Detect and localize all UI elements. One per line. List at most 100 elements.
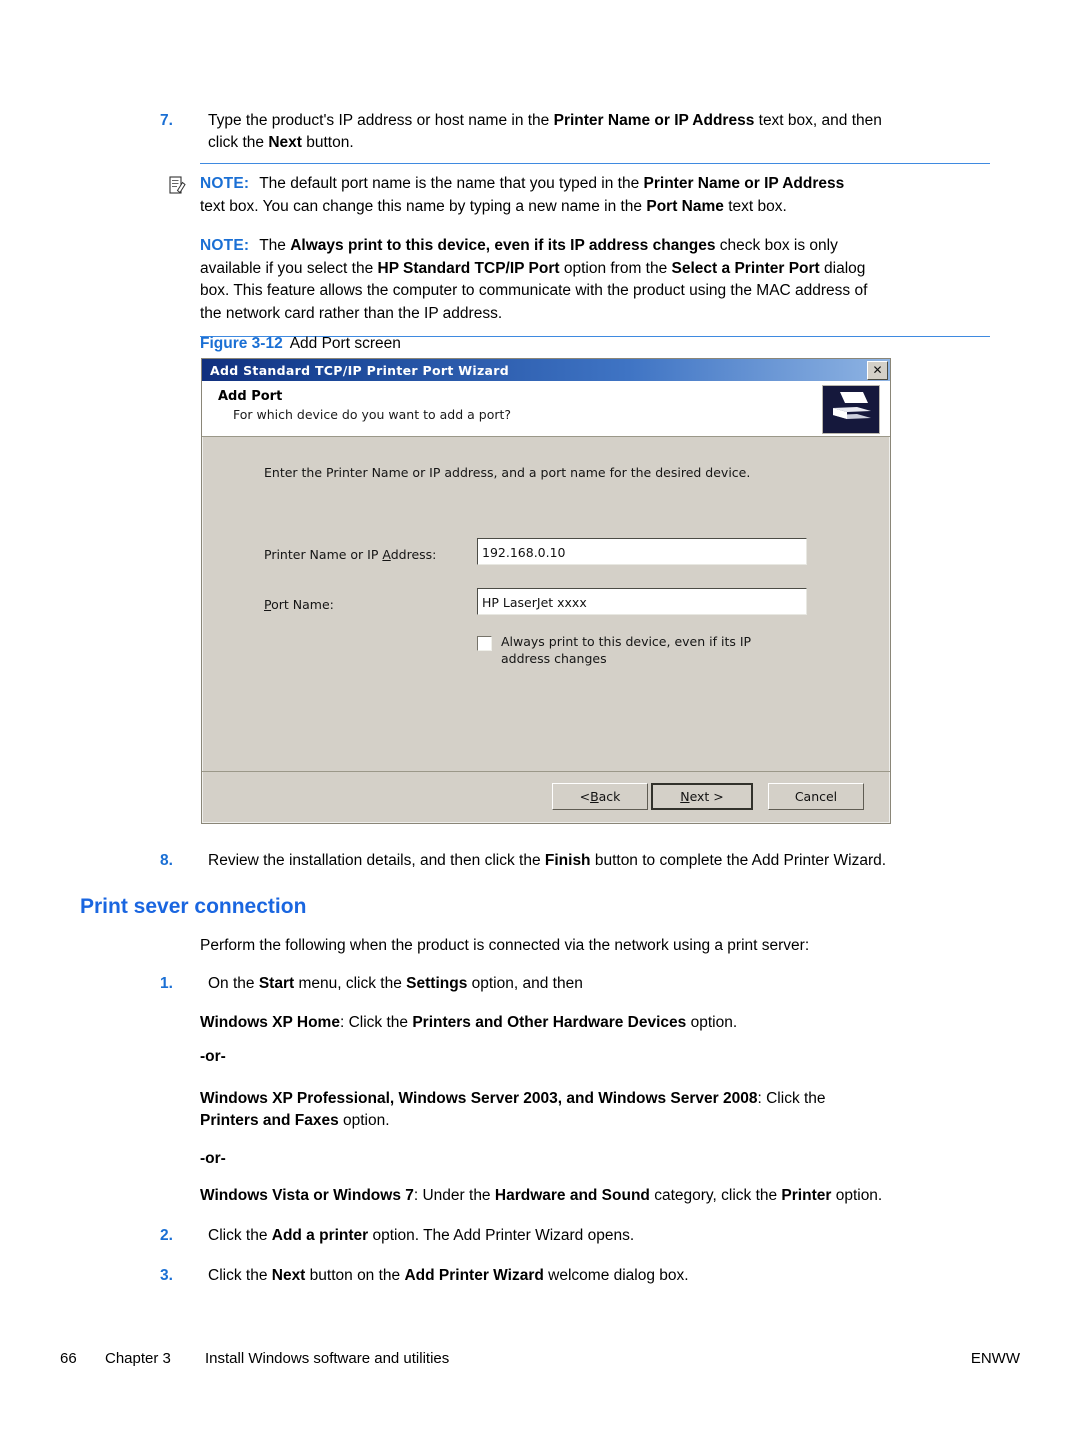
step-7-line2-a: click the — [208, 134, 269, 151]
note-2-p2-bold2: Select a Printer Port — [671, 259, 820, 277]
footer-page-number: 66 — [60, 1350, 77, 1367]
step-2-text-bold: Add a printer — [271, 1227, 369, 1244]
port-name-input[interactable]: HP LaserJet xxxx — [477, 588, 807, 615]
step-7-line2-c: button. — [301, 134, 354, 151]
step-3: 3. Click the Next button on the Add Prin… — [160, 1265, 1000, 1287]
variant-xp-home-name: Windows XP Home — [200, 1014, 340, 1031]
dialog-title: Add Standard TCP/IP Printer Port Wizard — [210, 362, 509, 378]
step-1-text-bold2: Settings — [406, 975, 468, 992]
variant-vista-d: category, click the — [649, 1187, 782, 1204]
next-button-accel: N — [680, 789, 690, 804]
step-1-number: 1. — [160, 975, 173, 992]
printer-name-label-post: ddress: — [390, 547, 437, 562]
dialog-footer: < Back Next > Cancel — [202, 771, 890, 823]
note-2-p1-bold: Always print to this device, even if its… — [290, 237, 716, 254]
note-2-p1-c: check box is only — [715, 237, 838, 254]
printer-name-label-accel: A — [382, 547, 391, 562]
page-title: Print sever connection — [80, 895, 307, 918]
printer-name-label-pre: Printer Name or IP — [264, 547, 383, 562]
note-1-line1-a: The default port name is the name that y… — [259, 175, 644, 192]
printer-name-input[interactable]: 192.168.0.10 — [477, 538, 807, 565]
note-1: NOTE: The default port name is the name t… — [200, 173, 990, 218]
footer-locale: ENWW — [970, 1350, 1020, 1367]
figure-number: Figure 3-12 — [200, 335, 283, 352]
port-name-label-post: ort Name: — [271, 597, 334, 612]
step-2-text: Click the Add a printer option. The Add … — [208, 1225, 1000, 1247]
printer-icon — [822, 385, 880, 434]
dialog-header: Add Port For which device do you want to… — [202, 381, 890, 437]
step-2-text-a: Click the — [208, 1227, 272, 1244]
or-separator-2: -or- — [200, 1148, 226, 1170]
step-7-number: 7. — [160, 112, 173, 129]
step-3-text: Click the Next button on the Add Printer… — [208, 1265, 1000, 1287]
note-block: NOTE: The default port name is the name t… — [169, 163, 990, 337]
document-page: 7. Type the product's IP address or host… — [0, 0, 1080, 1437]
dialog-intro-text: Enter the Printer Name or IP address, an… — [264, 465, 751, 480]
close-icon[interactable]: ✕ — [867, 360, 888, 380]
note-1-line1-bold: Printer Name or IP Address — [643, 175, 845, 192]
always-print-checkbox-label: Always print to this device, even if its… — [501, 634, 752, 666]
variant-vista-b: : Under the — [413, 1187, 495, 1204]
variant-xp-home: Windows XP Home: Click the Printers and … — [200, 1012, 1020, 1034]
step-8-number: 8. — [160, 852, 173, 869]
back-button-post: ack — [598, 789, 621, 804]
step-7-line1-c: text box, and then — [754, 112, 882, 129]
or-separator-2-text: -or- — [200, 1150, 226, 1167]
variant-xp-home-d: option. — [686, 1014, 738, 1031]
step-3-number: 3. — [160, 1267, 173, 1284]
note-2-p1-a: The — [259, 237, 291, 254]
always-print-checkbox-row[interactable]: Always print to this device, even if its… — [477, 633, 797, 667]
step-3-text-a: Click the — [208, 1267, 272, 1284]
step-2-text-c: option. The Add Printer Wizard opens. — [368, 1227, 635, 1244]
next-button[interactable]: Next > — [651, 783, 753, 810]
printer-name-label: Printer Name or IP Address: — [264, 547, 436, 562]
note-1-line2-a: text box. You can change this name by ty… — [200, 197, 647, 215]
figure-title: Add Port screen — [289, 335, 401, 352]
step-2: 2. Click the Add a printer option. The A… — [160, 1225, 1000, 1247]
note-2-p2-bold1: HP Standard TCP/IP Port — [377, 259, 560, 277]
back-button[interactable]: < Back — [552, 783, 648, 810]
note-1-line2-c: text box. — [723, 197, 787, 215]
step-8-text-a: Review the installation details, and the… — [208, 852, 545, 869]
variant-xp-home-b: : Click the — [339, 1014, 413, 1031]
step-1-text-a: On the — [208, 975, 259, 992]
note-2-p4: the network card rather than the IP addr… — [200, 304, 503, 322]
dialog-header-subtitle: For which device do you want to add a po… — [233, 407, 512, 422]
or-separator-1: -or- — [200, 1046, 226, 1068]
step-3-text-c: button on the — [305, 1267, 405, 1284]
back-button-accel: B — [590, 789, 599, 804]
variant-vista-category: Hardware and Sound — [494, 1187, 650, 1204]
step-1-text-e: option, and then — [467, 975, 583, 992]
note-2: NOTE: The Always print to this device, ev… — [200, 235, 990, 325]
note-2-label: NOTE: — [200, 237, 250, 254]
note-2-p2-e: dialog — [819, 259, 866, 277]
footer-chapter-title: Install Windows software and utilities — [205, 1350, 450, 1367]
step-2-number: 2. — [160, 1227, 173, 1244]
port-name-label: Port Name: — [264, 597, 334, 612]
cancel-button[interactable]: Cancel — [768, 783, 864, 810]
dialog-titlebar: Add Standard TCP/IP Printer Port Wizard … — [202, 359, 890, 381]
add-port-dialog: Add Standard TCP/IP Printer Port Wizard … — [201, 358, 891, 824]
note-2-p2-a: available if you select the — [200, 259, 378, 277]
step-3-text-bold1: Next — [271, 1267, 306, 1284]
variant-vista-f: option. — [831, 1187, 883, 1204]
step-1: 1. On the Start menu, click the Settings… — [160, 973, 1000, 995]
step-7: 7. Type the product's IP address or host… — [160, 110, 1000, 154]
step-8-text-c: button to complete the Add Printer Wizar… — [590, 852, 887, 869]
or-separator-1-text: -or- — [200, 1048, 226, 1065]
step-8: 8. Review the installation details, and … — [160, 850, 1020, 872]
variant-xp-professional: Windows XP Professional, Windows Server … — [200, 1088, 1000, 1132]
note-2-p2-c: option from the — [559, 259, 672, 277]
dialog-body: Enter the Printer Name or IP address, an… — [202, 437, 890, 771]
page-footer: 66 Chapter 3 Install Windows software and … — [60, 1350, 1020, 1367]
variant-vista-win7: Windows Vista or Windows 7: Under the Ha… — [200, 1185, 1030, 1207]
back-button-pre: < — [579, 789, 591, 804]
step-1-text-bold1: Start — [258, 975, 295, 992]
variant-xp-pro-option: Printers and Faxes — [200, 1112, 339, 1129]
always-print-checkbox[interactable] — [477, 636, 492, 651]
variant-xp-home-option: Printers and Other Hardware Devices — [412, 1014, 687, 1031]
footer-chapter: Chapter 3 — [105, 1350, 171, 1367]
note-icon — [169, 176, 186, 195]
note-1-line2-bold: Port Name — [646, 197, 724, 215]
dialog-header-title: Add Port — [218, 389, 283, 404]
